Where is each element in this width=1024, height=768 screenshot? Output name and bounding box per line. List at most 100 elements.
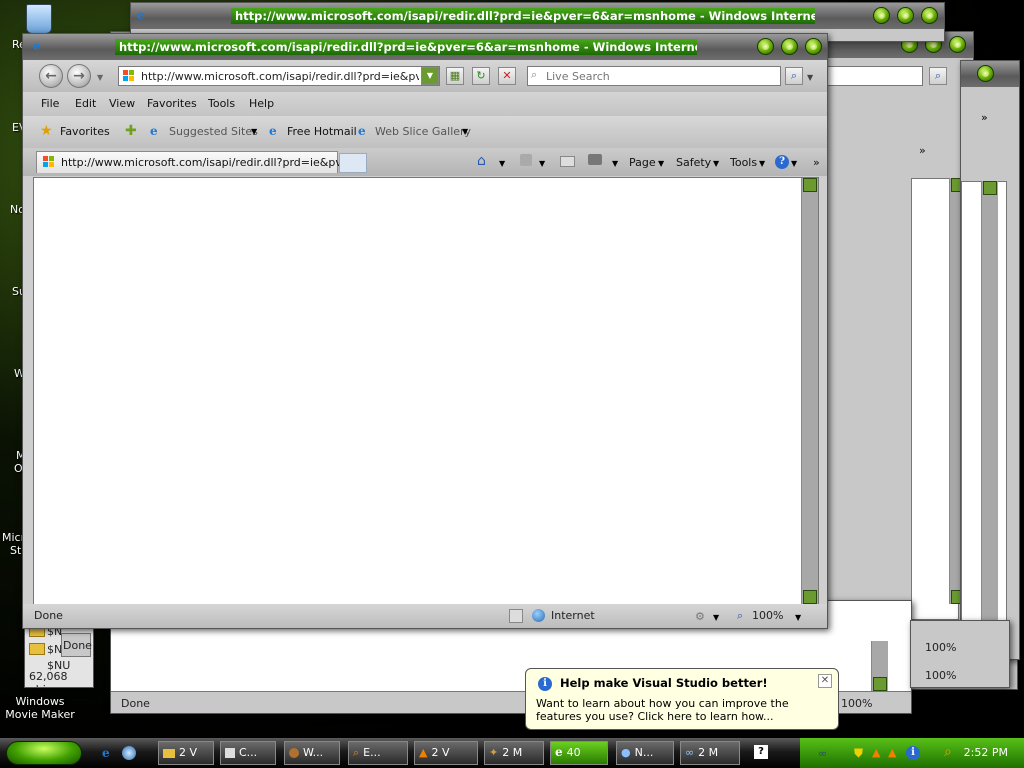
taskbar-item-n[interactable]: ● N... — [616, 741, 674, 765]
chevron-down-icon[interactable]: ▼ — [539, 159, 545, 168]
page-menu[interactable]: Page — [629, 156, 656, 169]
clock[interactable]: 2:52 PM — [964, 746, 1008, 759]
taskbar-item-ie[interactable]: e 40 — [550, 741, 608, 765]
read-mail-icon[interactable] — [560, 156, 575, 167]
toolbar-more-chevron[interactable]: » — [919, 144, 926, 157]
background-ie-window-5[interactable]: » 100% — [960, 60, 1020, 660]
refresh-button[interactable]: ↻ — [472, 67, 490, 85]
help-icon[interactable]: ? — [775, 155, 789, 169]
back-button[interactable]: ← — [39, 64, 63, 88]
maximize-button[interactable] — [781, 38, 798, 55]
search-icon[interactable]: ⌕ — [944, 744, 952, 760]
favorites-button[interactable]: Favorites — [60, 125, 110, 138]
forward-button[interactable]: → — [67, 64, 91, 88]
start-button[interactable] — [6, 741, 82, 765]
print-icon[interactable] — [588, 154, 602, 165]
tools-menu[interactable]: Tools — [730, 156, 757, 169]
security-zone[interactable]: Internet — [551, 609, 595, 622]
minimize-button[interactable] — [977, 65, 994, 82]
shield-icon[interactable]: ⛊ — [854, 746, 863, 761]
fav-free-hotmail[interactable]: Free Hotmail — [287, 125, 357, 138]
tab-current[interactable]: http://www.microsoft.com/isapi/redir.dll… — [36, 151, 363, 173]
safety-menu[interactable]: Safety — [676, 156, 711, 169]
chevron-down-icon[interactable]: ▼ — [791, 159, 797, 168]
address-dropdown-button[interactable]: ▼ — [421, 67, 439, 85]
scroll-down-button[interactable] — [803, 590, 817, 604]
chevron-down-icon[interactable]: ▼ — [499, 159, 505, 168]
minimize-button[interactable] — [873, 7, 890, 24]
vertical-scrollbar[interactable] — [801, 178, 818, 604]
network-icon[interactable]: ∞ — [818, 747, 827, 760]
chevron-down-icon[interactable]: ▼ — [795, 613, 801, 622]
recycle-bin-icon[interactable] — [26, 4, 52, 34]
minimize-button[interactable] — [757, 38, 774, 55]
close-icon[interactable]: ✕ — [818, 674, 832, 688]
fav-suggested-sites[interactable]: Suggested Sites — [169, 125, 258, 138]
address-input[interactable] — [141, 68, 419, 84]
toolbar-more-chevron[interactable]: » — [813, 156, 820, 169]
app-icon — [289, 748, 299, 758]
menu-help[interactable]: Help — [249, 97, 274, 110]
fav-web-slice-gallery[interactable]: Web Slice Gallery — [375, 125, 471, 138]
page-content[interactable] — [33, 177, 819, 605]
search-button[interactable]: ⌕ — [929, 67, 947, 85]
menu-view[interactable]: View — [109, 97, 135, 110]
feeds-icon[interactable] — [520, 154, 532, 166]
chevron-down-icon[interactable]: ▼ — [462, 127, 468, 136]
close-button[interactable] — [949, 36, 966, 53]
search-box[interactable]: ⌕ — [527, 66, 781, 86]
recent-pages-dropdown[interactable]: ▼ — [97, 73, 103, 82]
toolbar-more-chevron[interactable]: » — [981, 111, 988, 124]
taskbar-item-w[interactable]: W... — [284, 741, 340, 765]
zoom-level[interactable]: 100% — [841, 697, 872, 710]
new-tab-button[interactable] — [339, 153, 367, 173]
balloon-text[interactable]: Want to learn about how you can improve … — [536, 697, 832, 723]
taskbar-item-c[interactable]: C... — [220, 741, 276, 765]
show-desktop-icon[interactable] — [122, 746, 136, 760]
ie-quicklaunch-icon[interactable]: e — [102, 747, 115, 760]
close-button[interactable] — [921, 7, 938, 24]
folder-item[interactable]: $N — [47, 643, 62, 656]
taskbar-item-folders[interactable]: 2 V — [158, 741, 214, 765]
close-button[interactable] — [805, 38, 822, 55]
vlc-tray-icon[interactable]: ▲ — [888, 746, 896, 759]
chevron-down-icon[interactable]: ▼ — [713, 159, 719, 168]
search-button[interactable]: ⌕ — [785, 67, 803, 85]
chevron-down-icon[interactable]: ▼ — [251, 127, 257, 136]
movie-maker-label[interactable]: Windows Movie Maker — [2, 695, 78, 721]
home-icon[interactable]: ⌂ — [477, 153, 486, 169]
vlc-tray-icon[interactable]: ▲ — [872, 746, 880, 759]
taskbar-item-vlc[interactable]: ▲ 2 V — [414, 741, 478, 765]
taskbar-item-e[interactable]: ⌕ E... — [348, 741, 408, 765]
maximize-button[interactable] — [897, 7, 914, 24]
menu-favorites[interactable]: Favorites — [147, 97, 197, 110]
background-ie-window-7[interactable]: 100% 100% — [910, 620, 1010, 688]
protected-mode-icon[interactable]: ⚙ — [695, 610, 705, 623]
notification-balloon[interactable]: i Help make Visual Studio better! Want t… — [525, 668, 839, 730]
info-icon[interactable]: i — [906, 746, 920, 760]
menu-edit[interactable]: Edit — [75, 97, 96, 110]
address-bar[interactable]: ▼ — [118, 66, 440, 86]
chevron-down-icon[interactable]: ▼ — [713, 613, 719, 622]
stop-button[interactable]: ✕ — [498, 67, 516, 85]
zoom-level[interactable]: 100% — [925, 641, 956, 654]
balloon-title[interactable]: Help make Visual Studio better! — [560, 676, 768, 690]
help-icon[interactable]: ? — [754, 745, 768, 759]
ie-icon: e — [33, 39, 41, 53]
search-input[interactable] — [546, 68, 776, 84]
search-options-dropdown[interactable]: ▼ — [807, 73, 813, 82]
chevron-down-icon[interactable]: ▼ — [759, 159, 765, 168]
scroll-up-button[interactable] — [803, 178, 817, 192]
tab-bar: http://www.microsoft.com/isapi/redir.dll… — [23, 148, 827, 176]
main-ie-window[interactable]: e http://www.microsoft.com/isapi/redir.d… — [22, 33, 828, 629]
chevron-down-icon[interactable]: ▼ — [612, 159, 618, 168]
zoom-level[interactable]: 100% — [752, 609, 783, 622]
taskbar-item-m[interactable]: ✦ 2 M — [484, 741, 544, 765]
compatibility-view-button[interactable]: ▦ — [446, 67, 464, 85]
chevron-down-icon[interactable]: ▼ — [658, 159, 664, 168]
zoom-level[interactable]: 100% — [925, 669, 956, 682]
menu-tools[interactable]: Tools — [208, 97, 235, 110]
menu-file[interactable]: File — [41, 97, 59, 110]
add-to-favorites-icon[interactable]: ✚ — [125, 123, 137, 139]
taskbar-item-m2[interactable]: ∞ 2 M — [680, 741, 740, 765]
